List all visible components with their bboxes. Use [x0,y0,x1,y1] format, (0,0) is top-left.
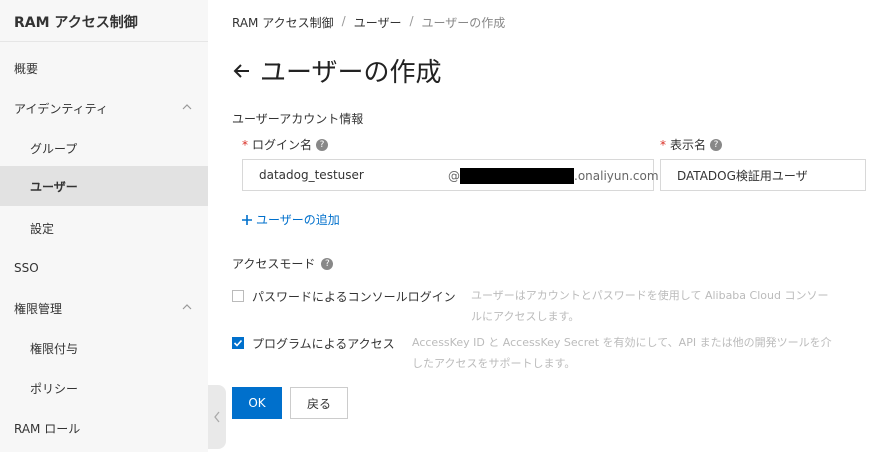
breadcrumb-item[interactable]: ユーザー [354,14,402,31]
help-icon[interactable]: ? [316,138,329,151]
sidebar-item-grants[interactable]: 権限付与 [0,328,208,368]
login-name-label: * ログイン名 ? [242,136,329,153]
breadcrumb-separator: / [341,14,346,28]
sidebar-item-label: ポリシー [30,381,79,396]
programmatic-access-checkbox[interactable] [232,337,244,349]
page-title-row: ユーザーの作成 [232,52,441,89]
login-name-suffix: @ .onaliyun.com [448,168,659,184]
sidebar-item-ram-roles[interactable]: RAM ロール [0,408,208,448]
sidebar-item-label: 権限付与 [30,341,79,356]
plus-icon [242,214,252,225]
sidebar-title: RAM アクセス制御 [0,0,208,42]
required-mark: * [242,137,248,152]
redacted-mask [460,168,574,184]
display-name-value: DATADOG検証用ユーザ [677,168,808,183]
sidebar: RAM アクセス制御 概要 アイデンティティ グループ ユーザー 設定 SSO … [0,0,208,452]
breadcrumb-current: ユーザーの作成 [421,16,506,30]
sidebar-item-label: RAM ロール [14,421,81,436]
sidebar-item-label: 権限管理 [14,301,63,316]
sidebar-item-groups[interactable]: グループ [0,128,208,168]
sidebar-item-users[interactable]: ユーザー [0,166,208,206]
display-name-label-text: 表示名 [670,138,707,152]
check-icon [233,339,243,347]
breadcrumb: RAM アクセス制御 / ユーザー / ユーザーの作成 [232,14,505,31]
chevron-up-icon [182,104,192,110]
sidebar-item-settings[interactable]: 設定 [0,208,208,248]
section-label: ユーザーアカウント情報 [232,112,364,126]
programmatic-access-description: AccessKey ID と AccessKey Secret を有効にして、A… [412,336,832,370]
sidebar-item-overview[interactable]: 概要 [0,48,208,88]
help-icon[interactable]: ? [321,257,334,270]
app-root: RAM アクセス制御 概要 アイデンティティ グループ ユーザー 設定 SSO … [0,0,876,452]
console-login-label[interactable]: パスワードによるコンソールログイン [252,288,456,305]
login-name-label-text: ログイン名 [252,138,313,152]
console-login-description: ユーザーはアカウントとパスワードを使用して Alibaba Cloud コンソー… [471,289,829,323]
required-mark: * [660,137,666,152]
console-login-checkbox[interactable] [232,290,244,302]
sidebar-item-label: 概要 [14,61,39,76]
sidebar-item-label: 設定 [30,221,55,236]
back-button[interactable]: 戻る [290,387,348,419]
display-name-label: * 表示名 ? [660,136,723,153]
login-name-value: datadog_testuser [259,168,364,182]
display-name-input[interactable]: DATADOG検証用ユーザ [660,159,866,191]
breadcrumb-separator: / [409,14,414,28]
sidebar-item-identity[interactable]: アイデンティティ [0,88,208,128]
page-title: ユーザーの作成 [260,58,442,88]
sidebar-item-sso[interactable]: SSO [0,248,208,288]
programmatic-access-label[interactable]: プログラムによるアクセス [252,335,395,352]
chevron-left-icon [214,411,220,423]
suffix-at: @ [448,169,460,183]
sidebar-collapse-handle[interactable] [208,385,226,449]
access-mode-label: アクセスモード ? [232,255,334,272]
add-user-label: ユーザーの追加 [256,213,340,227]
add-user-link[interactable]: ユーザーの追加 [242,211,340,228]
sidebar-item-label: グループ [30,141,78,156]
breadcrumb-item[interactable]: RAM アクセス制御 [232,14,334,31]
help-icon[interactable]: ? [710,138,723,151]
access-mode-label-text: アクセスモード [232,257,316,271]
ok-button[interactable]: OK [232,387,282,419]
sidebar-item-policies[interactable]: ポリシー [0,368,208,408]
sidebar-item-label: ユーザー [30,179,78,194]
chevron-up-icon [182,304,192,310]
suffix-domain: .onaliyun.com [574,169,659,183]
sidebar-item-label: アイデンティティ [14,101,108,116]
sidebar-item-label: SSO [14,261,39,275]
sidebar-item-permissions[interactable]: 権限管理 [0,288,208,328]
arrow-left-icon[interactable] [232,61,252,81]
